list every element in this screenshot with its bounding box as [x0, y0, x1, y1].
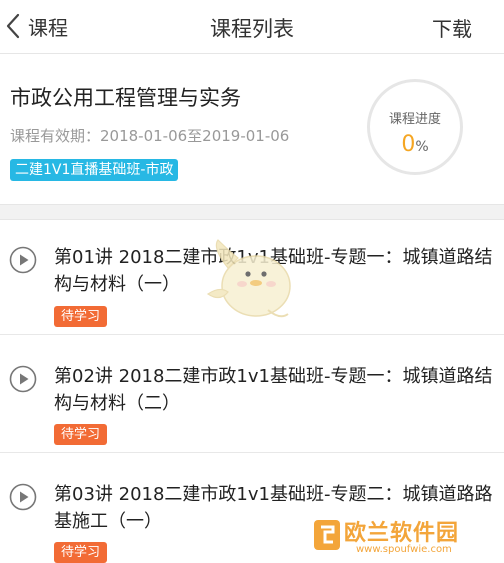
progress-number: 0: [401, 132, 416, 157]
progress-unit: %: [415, 139, 429, 155]
lesson-title: 第01讲 2018二建市政1v1基础班-专题一：城镇道路结构与材料（一）: [54, 247, 493, 295]
play-circle-icon[interactable]: [9, 246, 37, 274]
lesson-title: 第02讲 2018二建市政1v1基础班-专题一：城镇道路结构与材料（二）: [54, 366, 493, 414]
section-divider: [0, 204, 504, 220]
back-label: 课程: [28, 15, 68, 40]
status-badge: 待学习: [54, 542, 108, 563]
progress-value: 0%: [370, 132, 460, 157]
progress-label: 课程进度: [388, 112, 441, 127]
course-tag: 二建1V1直播基础班-市政: [10, 159, 179, 181]
play-circle-icon[interactable]: [9, 365, 37, 393]
course-title: 市政公用工程管理与实务: [10, 86, 241, 110]
download-button[interactable]: 下载: [432, 13, 472, 42]
play-circle-icon[interactable]: [9, 483, 37, 511]
lesson-item[interactable]: 第02讲 2018二建市政1v1基础班-专题一：城镇道路结构与材料（二） 待学习: [0, 363, 504, 452]
page-title: 课程列表: [210, 17, 294, 41]
status-badge: 待学习: [54, 306, 108, 327]
course-header: 市政公用工程管理与实务 课程有效期：2018-01-06至2019-01-06 …: [0, 54, 504, 204]
top-nav-bar: 课程 课程列表 下载: [0, 0, 504, 54]
list-divider: [0, 452, 504, 453]
progress-ring: 课程进度 0%: [367, 79, 463, 175]
status-badge: 待学习: [54, 424, 108, 445]
lesson-item[interactable]: 第03讲 2018二建市政1v1基础班-专题二：城镇道路路基施工（一） 待学习: [0, 481, 504, 563]
course-validity: 课程有效期：2018-01-06至2019-01-06: [10, 127, 290, 145]
back-button[interactable]: 课程: [4, 8, 68, 44]
lesson-title: 第03讲 2018二建市政1v1基础班-专题二：城镇道路路基施工（一）: [54, 484, 493, 532]
chevron-left-icon: [6, 13, 20, 39]
lesson-item[interactable]: 第01讲 2018二建市政1v1基础班-专题一：城镇道路结构与材料（一） 待学习: [0, 244, 504, 334]
list-divider: [0, 334, 504, 335]
